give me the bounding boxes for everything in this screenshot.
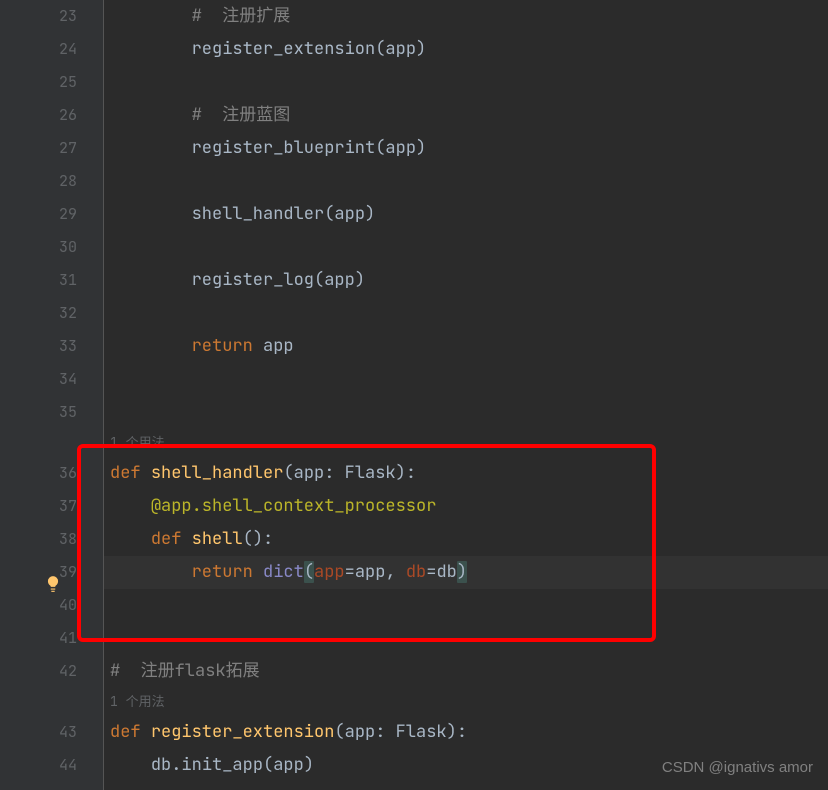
line-number[interactable]: 25 <box>24 66 77 99</box>
code-line[interactable] <box>104 66 828 99</box>
keyword-def: def <box>151 528 192 550</box>
code-line[interactable]: return app <box>104 330 828 363</box>
usage-hint[interactable]: 1 个用法 <box>104 688 828 716</box>
line-number[interactable]: 33 <box>24 330 77 363</box>
line-number[interactable]: 43 <box>24 716 77 749</box>
line-number[interactable]: 26 <box>24 99 77 132</box>
function-call: register_extension <box>192 38 376 60</box>
code-line[interactable]: # 注册flask拓展 <box>104 655 828 688</box>
line-number[interactable]: 41 <box>24 622 77 655</box>
editor-left-margin <box>0 0 24 790</box>
function-call: register_blueprint <box>192 137 376 159</box>
line-number-gutter[interactable]: 23 24 25 26 27 28 29 30 31 32 33 34 35 3… <box>24 0 89 790</box>
watermark-text: CSDN @ignativs amor <box>662 759 813 776</box>
bracket-open: ( <box>304 561 314 583</box>
function-call: shell_handler <box>192 203 325 225</box>
keyword-def: def <box>110 721 151 743</box>
line-number[interactable]: 28 <box>24 165 77 198</box>
builtin-dict: dict <box>263 561 304 583</box>
keyword-def: def <box>110 462 151 484</box>
gutter-separator <box>89 0 104 790</box>
keyword-return: return <box>192 335 253 357</box>
code-content[interactable]: # 注册扩展 register_extension(app) # 注册蓝图 re… <box>104 0 828 790</box>
method-call: init_app <box>181 754 263 776</box>
code-line[interactable] <box>104 297 828 330</box>
line-number[interactable]: 24 <box>24 33 77 66</box>
line-number[interactable]: 35 <box>24 396 77 429</box>
code-line-active[interactable]: return dict(app=app, db=db) <box>104 556 828 589</box>
line-number[interactable]: 34 <box>24 363 77 396</box>
line-number[interactable]: 37 <box>24 490 77 523</box>
line-number[interactable]: 27 <box>24 132 77 165</box>
line-number[interactable]: 32 <box>24 297 77 330</box>
line-number <box>24 688 77 716</box>
code-line[interactable] <box>104 622 828 655</box>
comment: # 注册扩展 <box>192 5 291 27</box>
keyword-return: return <box>192 561 263 583</box>
code-line[interactable] <box>104 231 828 264</box>
code-editor: 23 24 25 26 27 28 29 30 31 32 33 34 35 3… <box>0 0 828 790</box>
code-line[interactable]: register_extension(app) <box>104 33 828 66</box>
code-line[interactable]: def register_extension(app: Flask): <box>104 716 828 749</box>
function-name: register_extension <box>151 721 335 743</box>
code-line[interactable] <box>104 589 828 622</box>
code-line[interactable] <box>104 396 828 429</box>
line-number[interactable]: 31 <box>24 264 77 297</box>
code-line[interactable] <box>104 165 828 198</box>
code-line[interactable]: # 注册蓝图 <box>104 99 828 132</box>
decorator: @app.shell_context_processor <box>151 495 437 517</box>
usage-hint[interactable]: 1 个用法 <box>104 429 828 457</box>
line-number[interactable]: 29 <box>24 198 77 231</box>
code-line[interactable]: # 注册扩展 <box>104 0 828 33</box>
bracket-close: ) <box>457 561 467 583</box>
line-number[interactable]: 30 <box>24 231 77 264</box>
code-line[interactable]: shell_handler(app) <box>104 198 828 231</box>
code-line[interactable]: register_blueprint(app) <box>104 132 828 165</box>
line-number[interactable]: 44 <box>24 749 77 782</box>
lightbulb-icon[interactable] <box>44 575 62 593</box>
function-call: register_log <box>192 269 314 291</box>
code-line[interactable]: def shell(): <box>104 523 828 556</box>
line-number <box>24 429 77 457</box>
line-number[interactable]: 40 <box>24 589 77 622</box>
comment: # 注册蓝图 <box>192 104 291 126</box>
comment: # 注册flask拓展 <box>110 660 260 682</box>
line-number[interactable]: 38 <box>24 523 77 556</box>
line-number[interactable]: 23 <box>24 0 77 33</box>
function-name: shell <box>192 528 243 550</box>
code-line[interactable]: register_log(app) <box>104 264 828 297</box>
code-line[interactable]: def shell_handler(app: Flask): <box>104 457 828 490</box>
line-number[interactable]: 36 <box>24 457 77 490</box>
line-number[interactable]: 42 <box>24 655 77 688</box>
function-name: shell_handler <box>151 462 284 484</box>
code-line[interactable]: @app.shell_context_processor <box>104 490 828 523</box>
code-line[interactable] <box>104 363 828 396</box>
